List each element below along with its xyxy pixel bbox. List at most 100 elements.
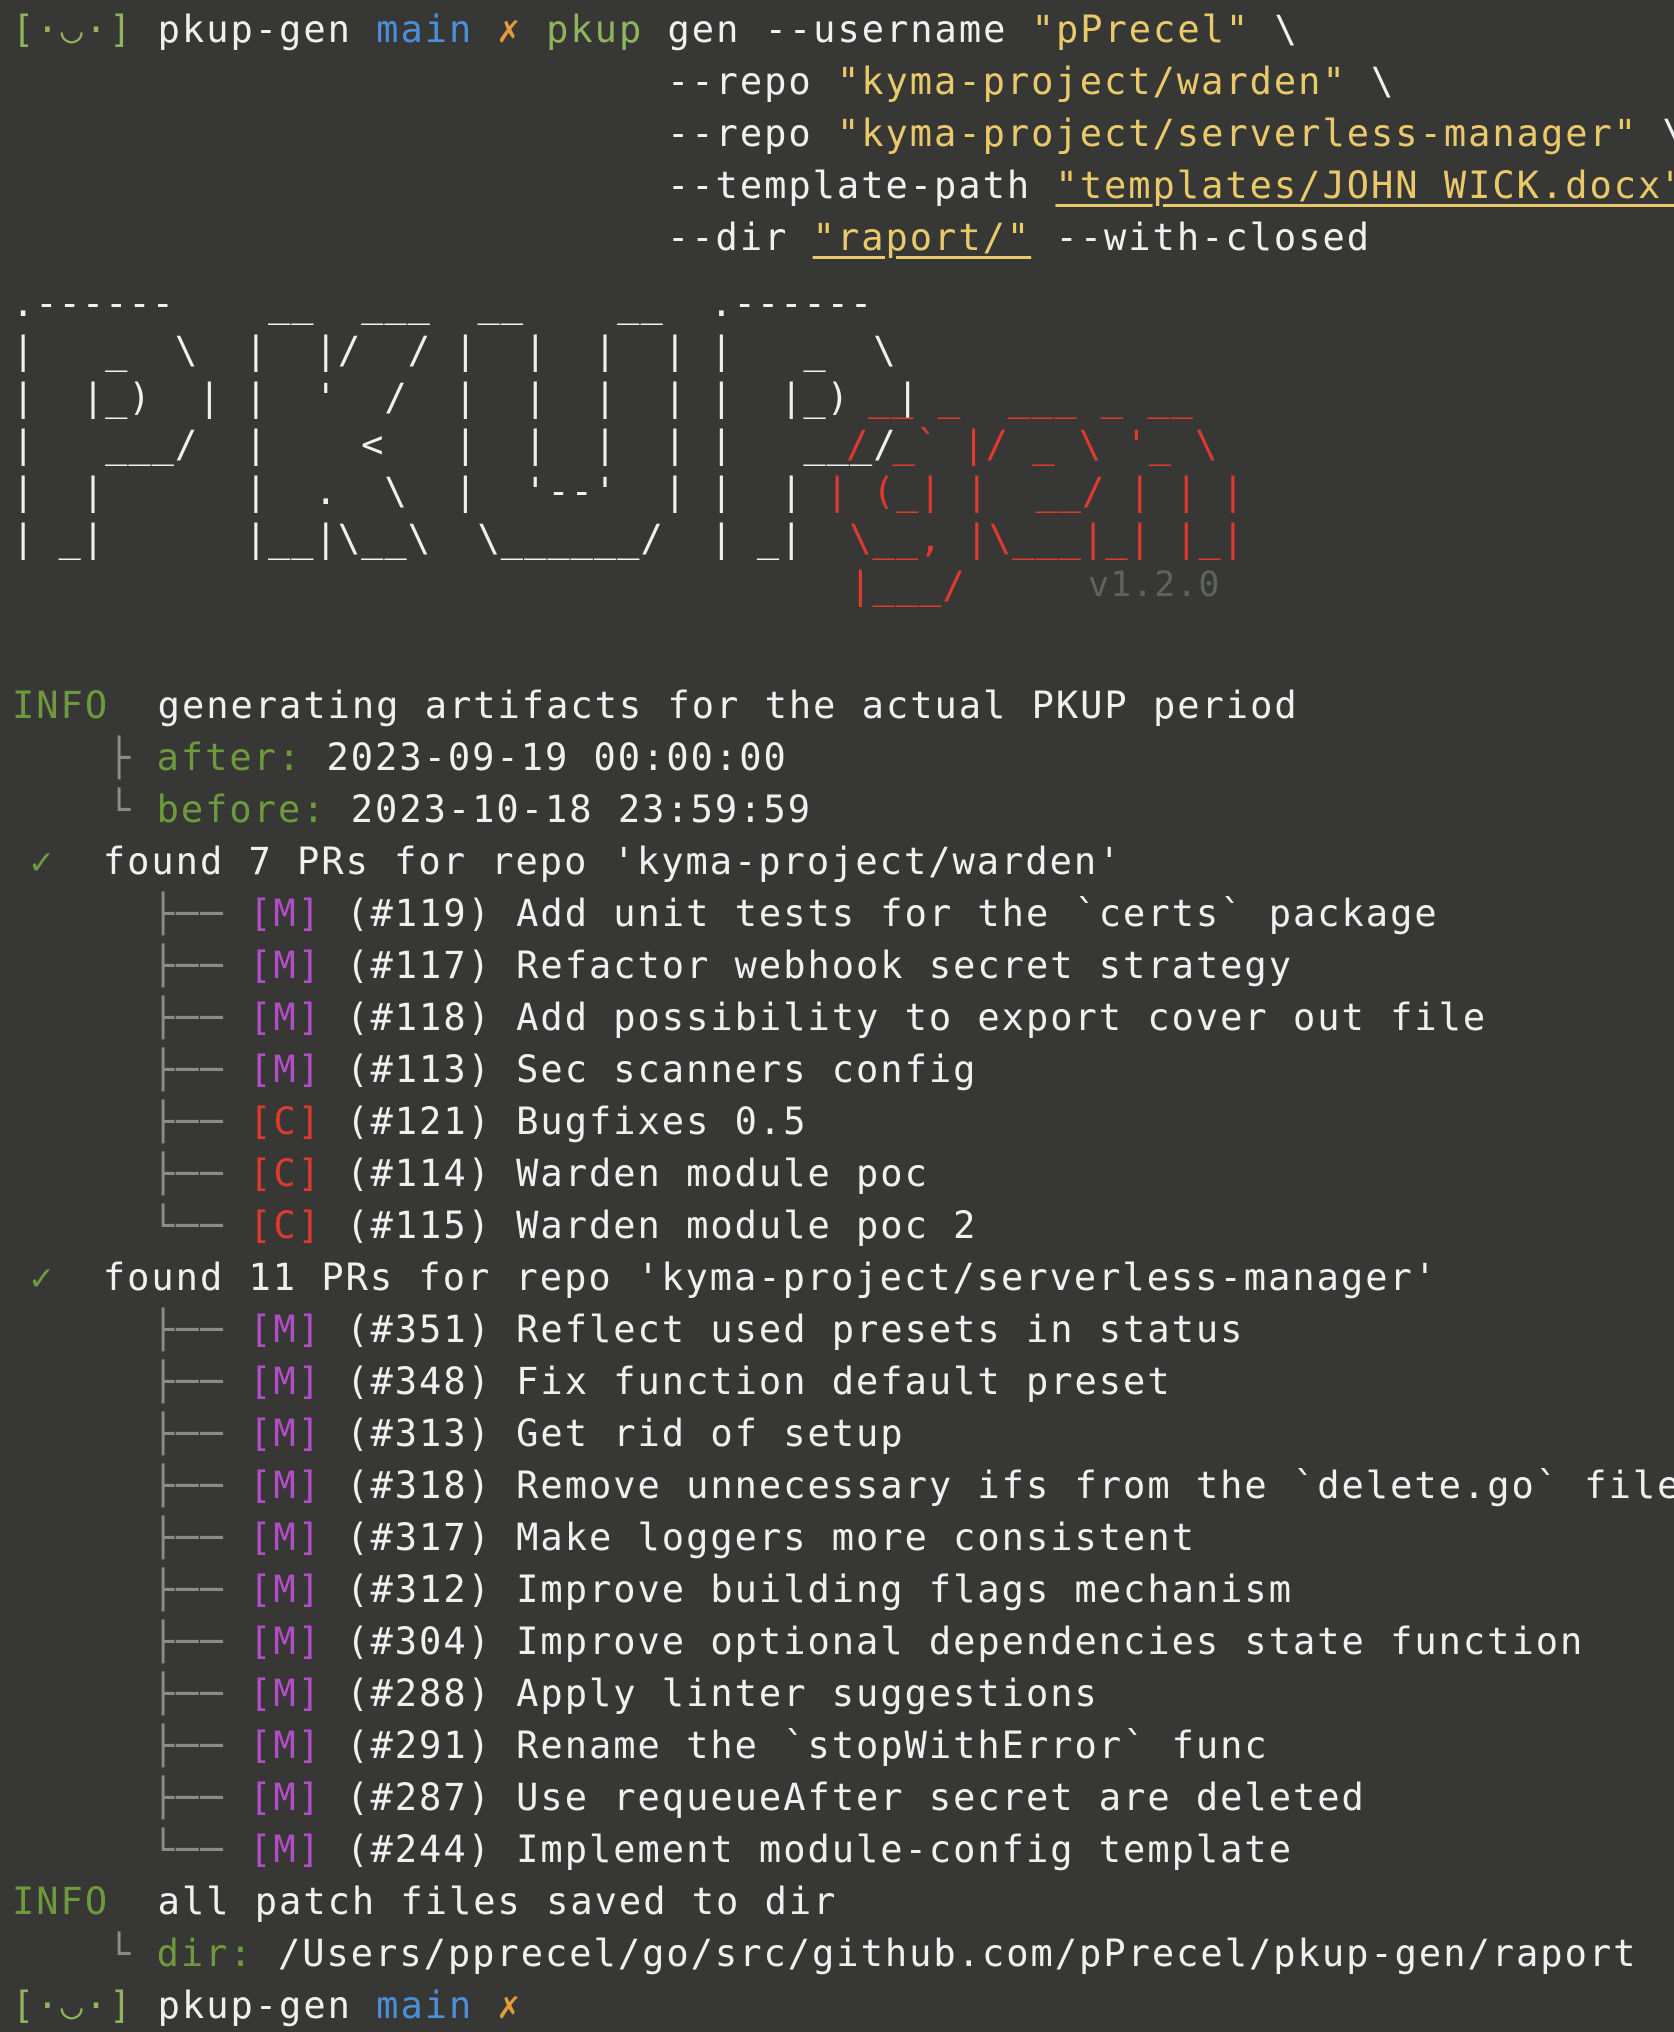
pr-number: (#304) bbox=[346, 1620, 492, 1663]
pr-status-tag: [M] bbox=[249, 1360, 322, 1403]
repo-found-warden: ✓ found 7 PRs for repo 'kyma-project/war… bbox=[30, 836, 1122, 888]
dir-value: /Users/pprecel/go/src/github.com/pPrecel… bbox=[277, 1932, 1638, 1975]
pr-status-tag: [M] bbox=[249, 996, 322, 1039]
banner-gen-row-5: | (_| | __/ | | | bbox=[826, 470, 1245, 513]
pr-list-item: └── [C] (#115) Warden module poc 2 bbox=[152, 1204, 978, 1247]
repo-found-serverless: ✓ found 11 PRs for repo 'kyma-project/se… bbox=[30, 1252, 1438, 1304]
before-value: 2023-10-18 23:59:59 bbox=[350, 788, 813, 831]
pr-list-item: ├── [M] (#288) Apply linter suggestions bbox=[152, 1672, 1099, 1715]
prompt-branch: main bbox=[376, 8, 474, 51]
prompt-face: ·◡· bbox=[36, 8, 110, 51]
repo-found-text: found 11 PRs for repo 'kyma-project/serv… bbox=[102, 1256, 1439, 1299]
prompt-dir: pkup-gen bbox=[157, 1984, 352, 2027]
prompt-bracket-close: ] bbox=[109, 8, 134, 51]
pr-list-item: ├── [M] (#119) Add unit tests for the `c… bbox=[152, 892, 1439, 935]
pr-number: (#288) bbox=[346, 1672, 492, 1715]
flag-with-closed: --with-closed bbox=[1055, 216, 1372, 259]
info-message-2: all patch files saved to dir bbox=[157, 1880, 838, 1923]
pr-title: Add possibility to export cover out file bbox=[516, 996, 1488, 1039]
flag-username: --username bbox=[764, 8, 1008, 51]
prompt-bracket-close: ] bbox=[109, 1984, 134, 2027]
pr-title: Make loggers more consistent bbox=[516, 1516, 1196, 1559]
banner-row-3: | |_) | | ' / | | | | | |_) | bbox=[12, 376, 920, 419]
prompt-dirty-icon: ✗ bbox=[497, 1984, 522, 2027]
pr-number: (#117) bbox=[346, 944, 492, 987]
pr-number: (#244) bbox=[346, 1828, 492, 1871]
pr-number: (#351) bbox=[346, 1308, 492, 1351]
banner-version: v1.2.0 bbox=[1088, 565, 1221, 605]
pr-title: Rename the `stopWithError` func bbox=[516, 1724, 1269, 1767]
repo-found-text: found 7 PRs for repo 'kyma-project/warde… bbox=[102, 840, 1123, 883]
flag-template-path: --template-path bbox=[667, 164, 1032, 207]
pr-status-tag: [M] bbox=[249, 892, 322, 935]
pr-number: (#119) bbox=[346, 892, 492, 935]
pr-number: (#291) bbox=[346, 1724, 492, 1767]
banner-gen-row-4: / _` |/ _ \ '_ \ bbox=[846, 423, 1219, 466]
pr-title: Bugfixes 0.5 bbox=[516, 1100, 808, 1143]
after-value: 2023-09-19 00:00:00 bbox=[326, 736, 788, 779]
pr-title: Warden module poc 2 bbox=[516, 1204, 978, 1247]
log-info-2: INFO all patch files saved to dir bbox=[12, 1876, 837, 1928]
pr-title: Remove unnecessary ifs from the `delete.… bbox=[516, 1464, 1674, 1507]
command-line-3: --repo "kyma-project/serverless-manager"… bbox=[667, 108, 1674, 160]
log-dir: └ dir: /Users/pprecel/go/src/github.com/… bbox=[108, 1932, 1638, 1975]
pr-status-tag: [M] bbox=[249, 1412, 322, 1455]
pr-number: (#287) bbox=[346, 1776, 492, 1819]
prompt-bracket-open: [ bbox=[12, 1984, 37, 2027]
pr-list-item: ├── [M] (#117) Refactor webhook secret s… bbox=[152, 944, 1293, 987]
prompt-dirty-icon: ✗ bbox=[497, 8, 522, 51]
pr-list-item: ├── [M] (#313) Get rid of setup bbox=[152, 1412, 905, 1455]
pr-list-item: ├── [M] (#312) Improve building flags me… bbox=[152, 1568, 1293, 1611]
info-message-1: generating artifacts for the actual PKUP… bbox=[157, 684, 1299, 727]
prompt-line[interactable]: [·◡·] pkup-gen main ✗ bbox=[12, 1980, 522, 2032]
pr-title: Improve optional dependencies state func… bbox=[516, 1620, 1585, 1663]
pr-title: Fix function default preset bbox=[516, 1360, 1172, 1403]
banner-row-4: | ___/ | < | | | | | ___/ bbox=[12, 423, 897, 466]
pr-number: (#121) bbox=[346, 1100, 492, 1143]
pr-title: Add unit tests for the `certs` package bbox=[516, 892, 1439, 935]
flag-repo-1: --repo bbox=[667, 60, 813, 103]
pr-status-tag: [M] bbox=[249, 944, 322, 987]
pr-list-item: ├── [M] (#317) Make loggers more consist… bbox=[152, 1516, 1196, 1559]
line-continuation: \ bbox=[1662, 112, 1674, 155]
pr-list-item: ├── [M] (#304) Improve optional dependen… bbox=[152, 1620, 1585, 1663]
pr-status-tag: [M] bbox=[249, 1516, 322, 1559]
pr-status-tag: [M] bbox=[249, 1464, 322, 1507]
banner-gen-row-3: __ _ ___ _ __ bbox=[868, 376, 1194, 419]
after-label: after: bbox=[156, 736, 303, 779]
pr-title: Warden module poc bbox=[516, 1152, 929, 1195]
pr-list-item: └── [M] (#244) Implement module-config t… bbox=[152, 1828, 1293, 1871]
info-label: INFO bbox=[12, 684, 110, 727]
pr-title: Implement module-config template bbox=[516, 1828, 1293, 1871]
pr-title: Apply linter suggestions bbox=[516, 1672, 1099, 1715]
command-line-2: --repo "kyma-project/warden" \ bbox=[667, 56, 1395, 108]
check-icon: ✓ bbox=[30, 1256, 55, 1299]
line-continuation: \ bbox=[1371, 60, 1396, 103]
prompt-bracket-open: [ bbox=[12, 8, 37, 51]
banner-row-1: .------ __ ___ __ __ .------ bbox=[12, 282, 874, 325]
flag-repo-2: --repo bbox=[667, 112, 813, 155]
banner-row-2: | _ \ | |/ / | | | | | _ \ bbox=[12, 329, 897, 372]
value-dir: "raport/" bbox=[812, 216, 1032, 259]
pr-list-item: ├── [M] (#318) Remove unnecessary ifs fr… bbox=[152, 1460, 1674, 1512]
log-info-1: INFO generating artifacts for the actual… bbox=[12, 680, 1299, 732]
pr-status-tag: [C] bbox=[249, 1152, 322, 1195]
pr-number: (#118) bbox=[346, 996, 492, 1039]
pr-title: Reflect used presets in status bbox=[516, 1308, 1245, 1351]
pr-status-tag: [M] bbox=[249, 1048, 322, 1091]
value-repo-2: "kyma-project/serverless-manager" bbox=[836, 112, 1639, 155]
pr-number: (#317) bbox=[346, 1516, 492, 1559]
pr-number: (#113) bbox=[346, 1048, 492, 1091]
command-line-4: --template-path "templates/JOHN_WICK.doc… bbox=[667, 160, 1674, 212]
value-username: "pPrecel" bbox=[1031, 8, 1251, 51]
pr-status-tag: [M] bbox=[249, 1828, 322, 1871]
pr-title: Use requeueAfter secret are deleted bbox=[516, 1776, 1366, 1819]
pr-status-tag: [C] bbox=[249, 1204, 322, 1247]
prompt-face: ·◡· bbox=[36, 1984, 110, 2027]
command-line-1: [·◡·] pkup-gen main ✗ pkup gen --usernam… bbox=[12, 4, 1299, 56]
pr-status-tag: [M] bbox=[249, 1724, 322, 1767]
before-label: before: bbox=[156, 788, 327, 831]
value-repo-1: "kyma-project/warden" bbox=[836, 60, 1347, 103]
pr-status-tag: [M] bbox=[249, 1672, 322, 1715]
pr-title: Get rid of setup bbox=[516, 1412, 905, 1455]
